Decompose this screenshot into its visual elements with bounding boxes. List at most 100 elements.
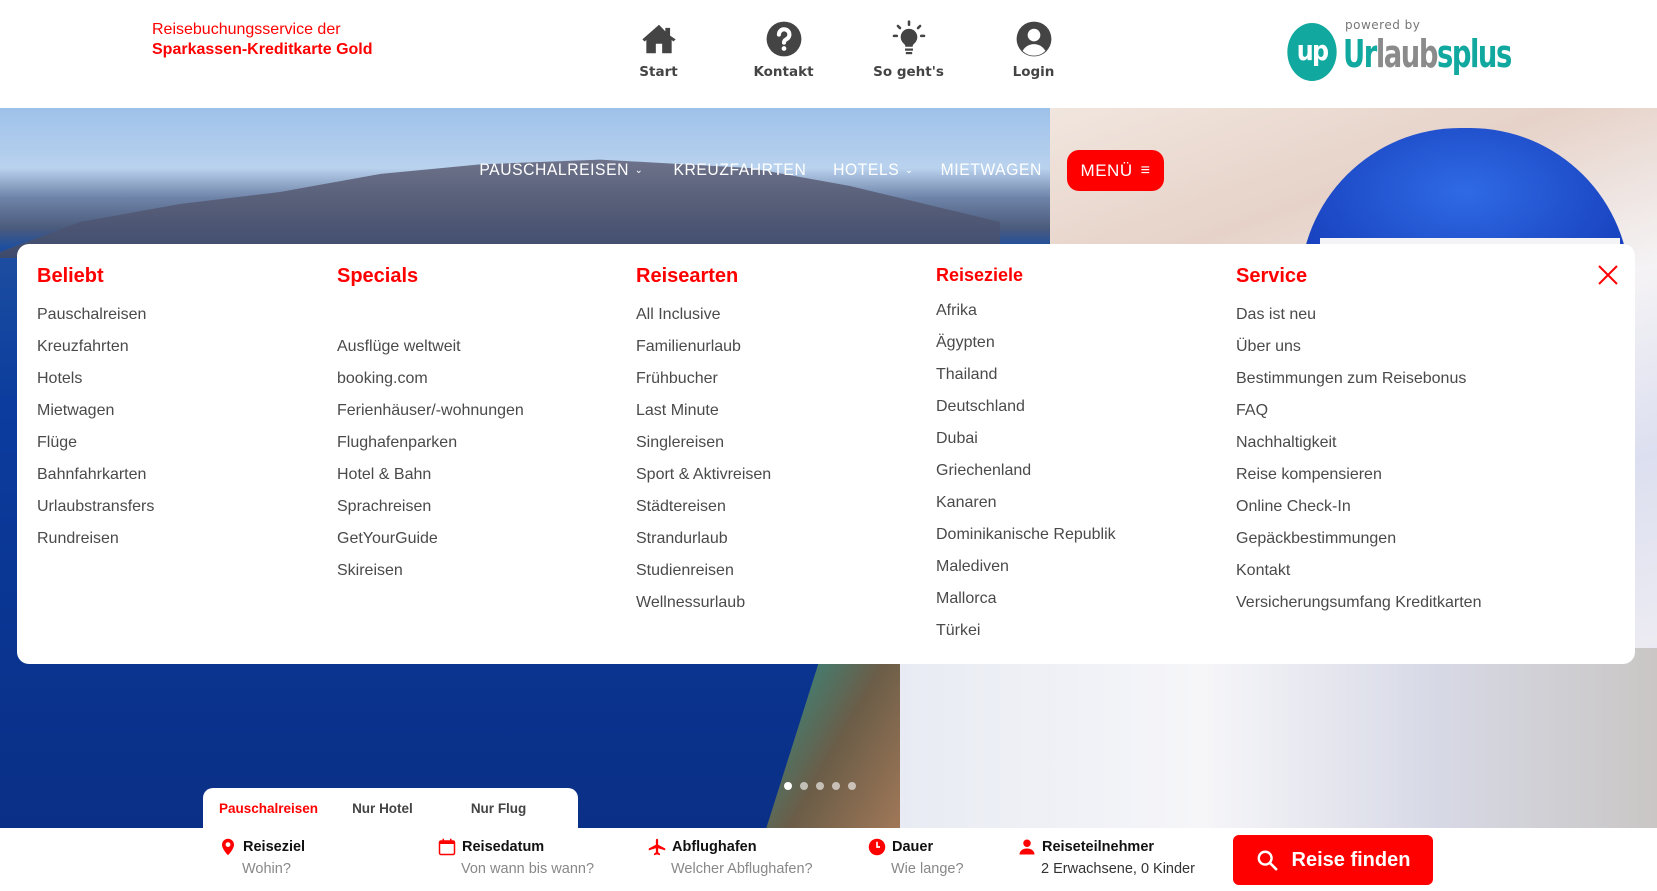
brand-text[interactable]: Reisebuchungsservice der Sparkassen-Kred…	[152, 20, 373, 60]
column-title: Service	[1236, 265, 1308, 287]
menu-link[interactable]: Dominikanische Republik	[936, 519, 1116, 551]
menu-link[interactable]: Bestimmungen zum Reisebonus	[1236, 363, 1481, 395]
menu-link[interactable]: Gepäckbestimmungen	[1236, 523, 1481, 555]
button-label: Reise finden	[1291, 848, 1411, 871]
main-navigation: PAUSCHALREISEN ⌄ KREUZFAHRTEN HOTELS ⌄ MIE…	[475, 150, 1165, 191]
menu-link[interactable]: Ausflüge weltweit	[337, 331, 524, 363]
urlaubsplus-logo[interactable]: powered by up Urlaubsplus	[1283, 18, 1512, 84]
menu-link[interactable]: Reise kompensieren	[1236, 459, 1481, 491]
menu-button[interactable]: MENÜ ≡	[1066, 150, 1165, 191]
topnav-label: So geht's	[873, 64, 944, 80]
menu-link[interactable]: Familienurlaub	[636, 331, 771, 363]
abflughafen-field[interactable]: Abflughafen Welcher Abflughafen?	[648, 838, 813, 877]
tab-nur-hotel[interactable]: Nur Hotel	[352, 801, 413, 816]
menu-link[interactable]: Dubai	[936, 423, 1116, 455]
menu-link[interactable]: Skireisen	[337, 555, 524, 587]
menu-link[interactable]: Ägypten	[936, 327, 1116, 359]
menu-link[interactable]: Sprachreisen	[337, 491, 524, 523]
header: Reisebuchungsservice der Sparkassen-Kred…	[0, 0, 1657, 108]
menu-link[interactable]: Afrika	[936, 295, 1116, 327]
menu-link[interactable]: Sport & Aktivreisen	[636, 459, 771, 491]
menu-link[interactable]: Griechenland	[936, 455, 1116, 487]
menu-link[interactable]: Über uns	[1236, 331, 1481, 363]
menu-link[interactable]: Singlereisen	[636, 427, 771, 459]
menu-link[interactable]: Hotel & Bahn	[337, 459, 524, 491]
menu-link[interactable]: Mietwagen	[37, 395, 154, 427]
menu-link[interactable]: Deutschland	[936, 391, 1116, 423]
topnav-label: Start	[639, 64, 678, 80]
menu-link[interactable]: Pauschalreisen	[37, 299, 154, 331]
menu-link[interactable]: Hotels	[37, 363, 154, 395]
menu-link[interactable]: Frühbucher	[636, 363, 771, 395]
menu-link[interactable]: Kreuzfahrten	[37, 331, 154, 363]
menu-column-reiseziele: Reiseziele Afrika Ägypten Thailand Deutschl…	[936, 262, 1116, 647]
search-icon	[1257, 850, 1277, 871]
menu-link[interactable]: Online Check-In	[1236, 491, 1481, 523]
menu-link[interactable]: Türkei	[936, 615, 1116, 647]
reise-finden-button[interactable]: Reise finden	[1233, 835, 1433, 885]
topnav-kontakt[interactable]: Kontakt	[721, 20, 846, 80]
column-title: Specials	[337, 265, 419, 287]
hero-houses	[900, 648, 1657, 828]
reiseteilnehmer-field[interactable]: Reiseteilnehmer 2 Erwachsene, 0 Kinder	[1018, 838, 1195, 877]
close-icon[interactable]	[1597, 264, 1619, 286]
menu-link[interactable]: Studienreisen	[636, 555, 771, 587]
menu-link[interactable]: Flüge	[37, 427, 154, 459]
field-label: Reiseziel	[243, 839, 306, 855]
column-title: Reiseziele	[936, 265, 1024, 285]
menu-link[interactable]: Malediven	[936, 551, 1116, 583]
nav-mietwagen[interactable]: MIETWAGEN	[941, 161, 1042, 180]
menu-link[interactable]: Flughafenparken	[337, 427, 524, 459]
reiseziel-field[interactable]: Reiseziel Wohin?	[219, 838, 305, 877]
menu-column-reisearten: Reisearten All Inclusive Familienurlaub Fr…	[636, 262, 771, 619]
menu-link[interactable]: Städtereisen	[636, 491, 771, 523]
menu-link[interactable]: All Inclusive	[636, 299, 771, 331]
search-tabs: Pauschalreisen Nur Hotel Nur Flug	[203, 788, 578, 828]
field-placeholder: Welcher Abflughafen?	[671, 861, 813, 877]
menu-link[interactable]: Nachhaltigkeit	[1236, 427, 1481, 459]
logo-word-part: laub	[1375, 32, 1439, 76]
field-label: Reisedatum	[462, 839, 545, 855]
menu-link[interactable]: booking.com	[337, 363, 524, 395]
hamburger-icon: ≡	[1140, 161, 1151, 179]
nav-kreuzfahrten[interactable]: KREUZFAHRTEN	[673, 161, 806, 180]
tab-nur-flug[interactable]: Nur Flug	[471, 801, 527, 816]
menu-link[interactable]: Mallorca	[936, 583, 1116, 615]
carousel-dot[interactable]	[816, 782, 824, 790]
nav-hotels[interactable]: HOTELS ⌄	[834, 161, 914, 180]
nav-pauschalreisen[interactable]: PAUSCHALREISEN ⌄	[479, 161, 643, 180]
menu-link[interactable]: Bahnfahrkarten	[37, 459, 154, 491]
field-placeholder: Von wann bis wann?	[461, 861, 595, 877]
menu-link[interactable]: Das ist neu	[1236, 299, 1481, 331]
logo-word-part: Ur	[1343, 32, 1377, 76]
lightbulb-icon	[892, 20, 925, 55]
menu-link[interactable]: Kanaren	[936, 487, 1116, 519]
nav-label: MIETWAGEN	[940, 161, 1042, 179]
tab-pauschalreisen[interactable]: Pauschalreisen	[219, 801, 318, 816]
menu-link[interactable]: FAQ	[1236, 395, 1481, 427]
logo-word-part: splus	[1436, 32, 1512, 76]
carousel-dot[interactable]	[832, 782, 840, 790]
menu-link[interactable]: Ferienhäuser/-wohnungen	[337, 395, 524, 427]
clock-icon	[868, 838, 886, 856]
menu-link[interactable]: Strandurlaub	[636, 523, 771, 555]
menu-link[interactable]: Kontakt	[1236, 555, 1481, 587]
user-circle-icon	[1016, 21, 1051, 57]
topnav-start[interactable]: Start	[596, 20, 721, 80]
column-title: Beliebt	[37, 265, 104, 287]
reisedatum-field[interactable]: Reisedatum Von wann bis wann?	[438, 838, 594, 877]
menu-link[interactable]: Thailand	[936, 359, 1116, 391]
carousel-dot[interactable]	[784, 782, 792, 790]
menu-link[interactable]: Rundreisen	[37, 523, 154, 555]
menu-column-beliebt: Beliebt Pauschalreisen Kreuzfahrten Hotels…	[37, 262, 154, 555]
topnav-so-gehts[interactable]: So geht's	[846, 20, 971, 80]
menu-link[interactable]: GetYourGuide	[337, 523, 524, 555]
menu-link[interactable]: Wellnessurlaub	[636, 587, 771, 619]
topnav-login[interactable]: Login	[971, 20, 1096, 80]
menu-link[interactable]: Last Minute	[636, 395, 771, 427]
carousel-dot[interactable]	[800, 782, 808, 790]
carousel-dot[interactable]	[848, 782, 856, 790]
menu-link[interactable]: Urlaubstransfers	[37, 491, 154, 523]
menu-link[interactable]: Versicherungsumfang Kreditkarten	[1236, 587, 1481, 619]
dauer-field[interactable]: Dauer Wie lange?	[868, 838, 964, 877]
